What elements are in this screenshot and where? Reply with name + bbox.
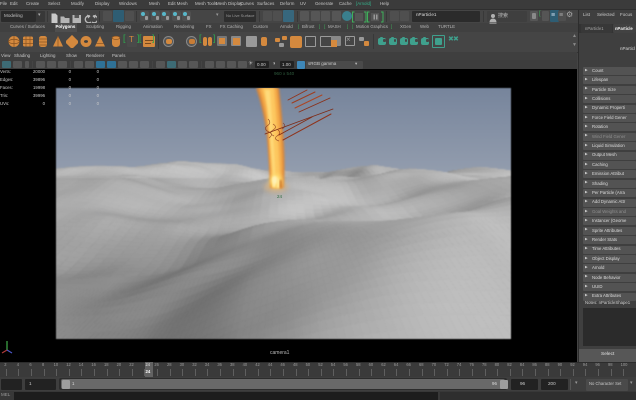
- svg-text:24: 24: [277, 194, 283, 199]
